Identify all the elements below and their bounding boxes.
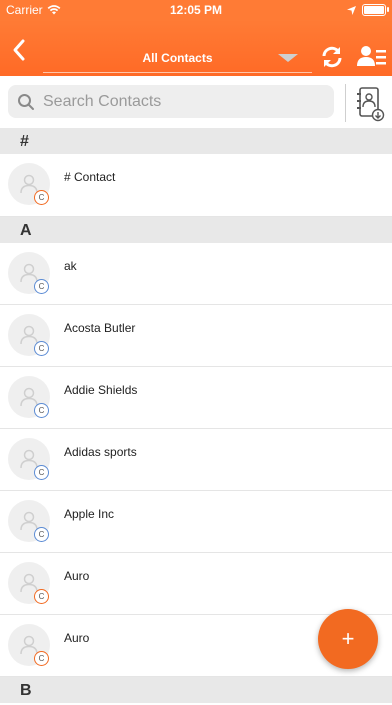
add-contact-button[interactable]: + bbox=[318, 609, 378, 669]
divider bbox=[345, 84, 346, 122]
contact-name: ak bbox=[64, 259, 77, 273]
contact-name: Apple Inc bbox=[64, 507, 115, 521]
contact-name: Auro bbox=[64, 569, 90, 583]
refresh-icon bbox=[322, 46, 342, 68]
contact-type-badge: C bbox=[34, 403, 49, 418]
search-input[interactable] bbox=[41, 91, 315, 112]
contact-filter-dropdown[interactable]: All Contacts bbox=[43, 38, 312, 73]
contact-type-badge: C bbox=[34, 465, 49, 480]
page-title: All Contacts bbox=[142, 51, 213, 65]
contact-row[interactable]: C Auro bbox=[0, 553, 392, 615]
section-header: # bbox=[0, 128, 392, 154]
status-bar: Carrier 12:05 PM bbox=[0, 0, 392, 20]
contact-name: Addie Shields bbox=[64, 383, 138, 397]
contact-type-badge: C bbox=[34, 589, 49, 604]
contact-row[interactable]: C Apple Inc bbox=[0, 491, 392, 553]
section-header: B bbox=[0, 677, 392, 703]
search-box[interactable] bbox=[8, 85, 334, 118]
chevron-left-icon bbox=[13, 39, 25, 61]
contact-type-badge: C bbox=[34, 651, 49, 666]
contact-row[interactable]: C Addie Shields bbox=[0, 367, 392, 429]
contact-name: # Contact bbox=[64, 170, 116, 184]
contact-row[interactable]: C ak bbox=[0, 243, 392, 305]
import-contacts-button[interactable] bbox=[354, 86, 386, 122]
contact-type-badge: C bbox=[34, 341, 49, 356]
contact-row[interactable]: C # Contact bbox=[0, 154, 392, 217]
back-button[interactable] bbox=[8, 38, 32, 62]
nav-bar: All Contacts bbox=[0, 20, 392, 76]
contact-type-badge: C bbox=[34, 527, 49, 542]
contact-type-badge: C bbox=[34, 279, 49, 294]
carrier-label: Carrier bbox=[6, 3, 43, 17]
sync-button[interactable] bbox=[319, 44, 345, 70]
wifi-icon bbox=[47, 5, 61, 15]
address-book-icon bbox=[357, 87, 385, 122]
contact-row[interactable]: C Acosta Butler bbox=[0, 305, 392, 367]
contact-type-badge: C bbox=[34, 190, 49, 205]
section-header: A bbox=[0, 217, 392, 243]
battery-icon bbox=[362, 4, 389, 16]
user-list-icon bbox=[357, 46, 386, 66]
location-arrow-icon bbox=[347, 5, 356, 15]
contact-row[interactable]: C Adidas sports bbox=[0, 429, 392, 491]
search-row bbox=[0, 76, 392, 128]
contact-name: Acosta Butler bbox=[64, 321, 136, 335]
search-icon bbox=[18, 93, 34, 110]
contact-name: Adidas sports bbox=[64, 445, 137, 459]
profile-list-button[interactable] bbox=[357, 44, 387, 70]
contact-name: Auro bbox=[64, 631, 90, 645]
chevron-down-icon bbox=[278, 54, 298, 62]
